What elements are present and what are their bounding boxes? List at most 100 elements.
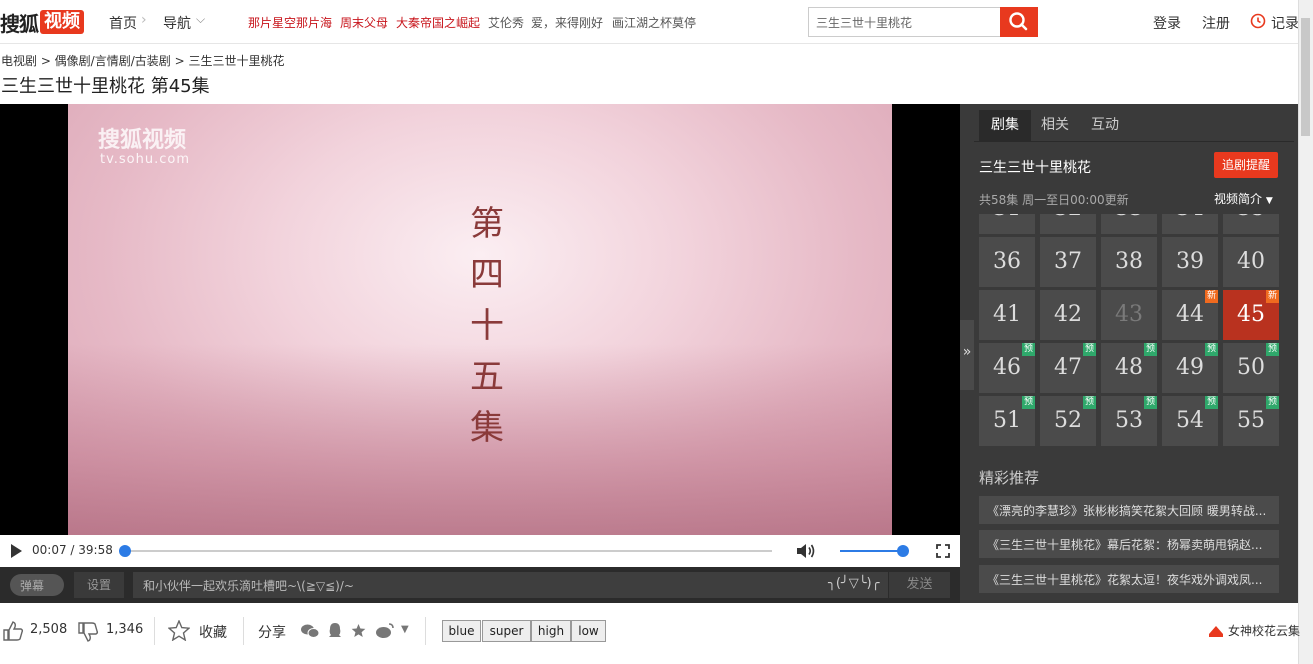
favorite-button[interactable]: 收藏 — [199, 622, 227, 642]
recommend-item[interactable]: 《三生三世十里桃花》花絮太逗！夜华戏外调戏凤... — [979, 565, 1279, 593]
history-clock-icon[interactable] — [1250, 13, 1266, 29]
qzone-icon[interactable] — [351, 623, 366, 638]
episode-button[interactable]: 53 预 — [1101, 396, 1157, 446]
like-count: 2,508 — [30, 622, 68, 637]
tab-episodes[interactable]: 剧集 — [979, 110, 1031, 142]
hot-link[interactable]: 画江湖之杯莫停 — [612, 14, 696, 31]
episode-button[interactable]: 31 — [979, 214, 1035, 234]
qq-icon[interactable] — [327, 622, 343, 640]
hot-link[interactable]: 周末父母 — [340, 14, 388, 31]
volume-slider[interactable] — [840, 550, 903, 552]
episode-button[interactable]: 42 — [1040, 290, 1096, 340]
episode-button[interactable]: 43 — [1101, 290, 1157, 340]
weibo-icon[interactable] — [375, 622, 395, 639]
episode-title-char: 第 — [470, 204, 504, 244]
hot-link[interactable]: 爱，来得刚好 — [531, 14, 603, 31]
episode-button[interactable]: 44 新 — [1162, 290, 1218, 340]
chevron-down-icon[interactable]: ⌵ — [196, 12, 205, 27]
history-link[interactable]: 记录 — [1271, 13, 1299, 33]
episode-number: 44 — [1176, 302, 1204, 327]
watermark-url: tv.sohu.com — [100, 152, 191, 167]
danmaku-send-button[interactable]: 发送 — [889, 572, 950, 598]
episode-button[interactable]: 32 — [1040, 214, 1096, 234]
total-time: 39:58 — [78, 543, 113, 557]
episode-button[interactable]: 55 预 — [1223, 396, 1279, 446]
more-share-icon[interactable]: ▼ — [401, 624, 409, 635]
danmaku-toggle[interactable]: 弹幕 — [10, 574, 64, 596]
episode-number: 48 — [1115, 355, 1143, 380]
video-frame[interactable]: 搜狐视频 tv.sohu.com 第 四 十 五 集 — [68, 104, 892, 535]
preview-badge: 预 — [1021, 343, 1035, 356]
tab-related[interactable]: 相关 — [1031, 110, 1079, 142]
search-button[interactable] — [1000, 7, 1038, 37]
episode-button[interactable]: 46 预 — [979, 343, 1035, 393]
preview-badge: 预 — [1265, 396, 1279, 409]
danmaku-settings-button[interactable]: 设置 — [74, 572, 124, 598]
search-input[interactable]: 三生三世十里桃花 — [808, 7, 1000, 37]
episode-button[interactable]: 49 预 — [1162, 343, 1218, 393]
episode-number: 53 — [1115, 408, 1143, 433]
episode-button[interactable]: 34 — [1162, 214, 1218, 234]
fullscreen-icon[interactable] — [936, 544, 950, 558]
collapse-sidebar-icon[interactable]: » — [960, 320, 974, 390]
breadcrumb[interactable]: 电视剧 > 偶像剧/言情剧/古装剧 > 三生三世十里桃花 — [1, 52, 284, 69]
recommend-item[interactable]: 《三生三世十里桃花》幕后花絮：杨幂卖萌甩锅赵... — [979, 530, 1279, 558]
episode-button[interactable]: 39 — [1162, 237, 1218, 287]
thumbs-up-icon[interactable] — [2, 620, 24, 642]
sohu-video-logo[interactable]: 搜狐 视频 — [0, 9, 84, 36]
nav-home-link[interactable]: 首页 — [109, 13, 137, 33]
episode-number: 40 — [1237, 249, 1265, 274]
episode-button[interactable]: 38 — [1101, 237, 1157, 287]
video-player[interactable]: 搜狐视频 tv.sohu.com 第 四 十 五 集 — [0, 104, 960, 535]
quality-blue-button[interactable]: blue — [442, 620, 481, 642]
recommend-item[interactable]: 《漂亮的李慧珍》张彬彬搞笑花絮大回顾 暖男转战... — [979, 496, 1279, 524]
promo-icon — [1209, 626, 1223, 637]
play-icon[interactable] — [11, 544, 22, 558]
progress-track[interactable] — [123, 550, 772, 552]
episode-button[interactable]: 37 — [1040, 237, 1096, 287]
thumbs-down-icon[interactable] — [77, 621, 99, 643]
hot-link[interactable]: 艾伦秀 — [488, 14, 524, 31]
episode-button[interactable]: 50 预 — [1223, 343, 1279, 393]
promo-link[interactable]: 女神校花云集 — [1228, 622, 1300, 639]
emoji-button[interactable]: ╮(╯▽╰)╭ — [828, 576, 879, 591]
episode-number: 49 — [1176, 355, 1204, 380]
episode-number: 33 — [1115, 214, 1143, 221]
episode-button[interactable]: 51 预 — [979, 396, 1035, 446]
episode-number: 31 — [993, 214, 1021, 221]
quality-super-button[interactable]: super — [482, 620, 531, 642]
progress-handle[interactable] — [118, 545, 131, 557]
episode-button[interactable]: 36 — [979, 237, 1035, 287]
share-label: 分享 — [258, 625, 286, 641]
star-icon[interactable] — [168, 620, 190, 641]
preview-badge: 预 — [1143, 396, 1157, 409]
follow-reminder-button[interactable]: 追剧提醒 — [1214, 152, 1278, 178]
scrollbar-thumb[interactable] — [1301, 18, 1310, 136]
quality-low-button[interactable]: low — [571, 620, 606, 642]
episode-button[interactable]: 47 预 — [1040, 343, 1096, 393]
episode-button[interactable]: 54 预 — [1162, 396, 1218, 446]
danmaku-input[interactable]: 和小伙伴一起欢乐滴吐槽吧~\(≧▽≦)/~ — [133, 572, 888, 598]
quality-high-button[interactable]: high — [531, 620, 571, 642]
episode-button[interactable]: 45 新 — [1223, 290, 1279, 340]
nav-guide-link[interactable]: 导航 — [163, 13, 191, 33]
hot-link[interactable]: 那片星空那片海 — [248, 14, 332, 31]
hot-link[interactable]: 大秦帝国之崛起 — [396, 14, 480, 31]
episode-button[interactable]: 52 预 — [1040, 396, 1096, 446]
page-title: 三生三世十里桃花 第45集 — [1, 76, 210, 97]
volume-handle[interactable] — [897, 545, 909, 557]
register-link[interactable]: 注册 — [1202, 13, 1230, 33]
wechat-icon[interactable] — [300, 623, 320, 639]
volume-icon[interactable] — [796, 543, 816, 559]
tab-interact[interactable]: 互动 — [1081, 110, 1129, 142]
episode-button[interactable]: 41 — [979, 290, 1035, 340]
episode-grid: 3132333435363738394041424344新45新46预47预48… — [979, 214, 1279, 450]
recommend-title: 精彩推荐 — [979, 469, 1040, 487]
episode-button[interactable]: 35 — [1223, 214, 1279, 234]
episode-number: 39 — [1176, 249, 1204, 274]
login-link[interactable]: 登录 — [1153, 13, 1181, 33]
video-intro-dropdown[interactable]: 视频简介 ▼ — [1214, 190, 1273, 207]
episode-button[interactable]: 48 预 — [1101, 343, 1157, 393]
episode-button[interactable]: 33 — [1101, 214, 1157, 234]
episode-button[interactable]: 40 — [1223, 237, 1279, 287]
